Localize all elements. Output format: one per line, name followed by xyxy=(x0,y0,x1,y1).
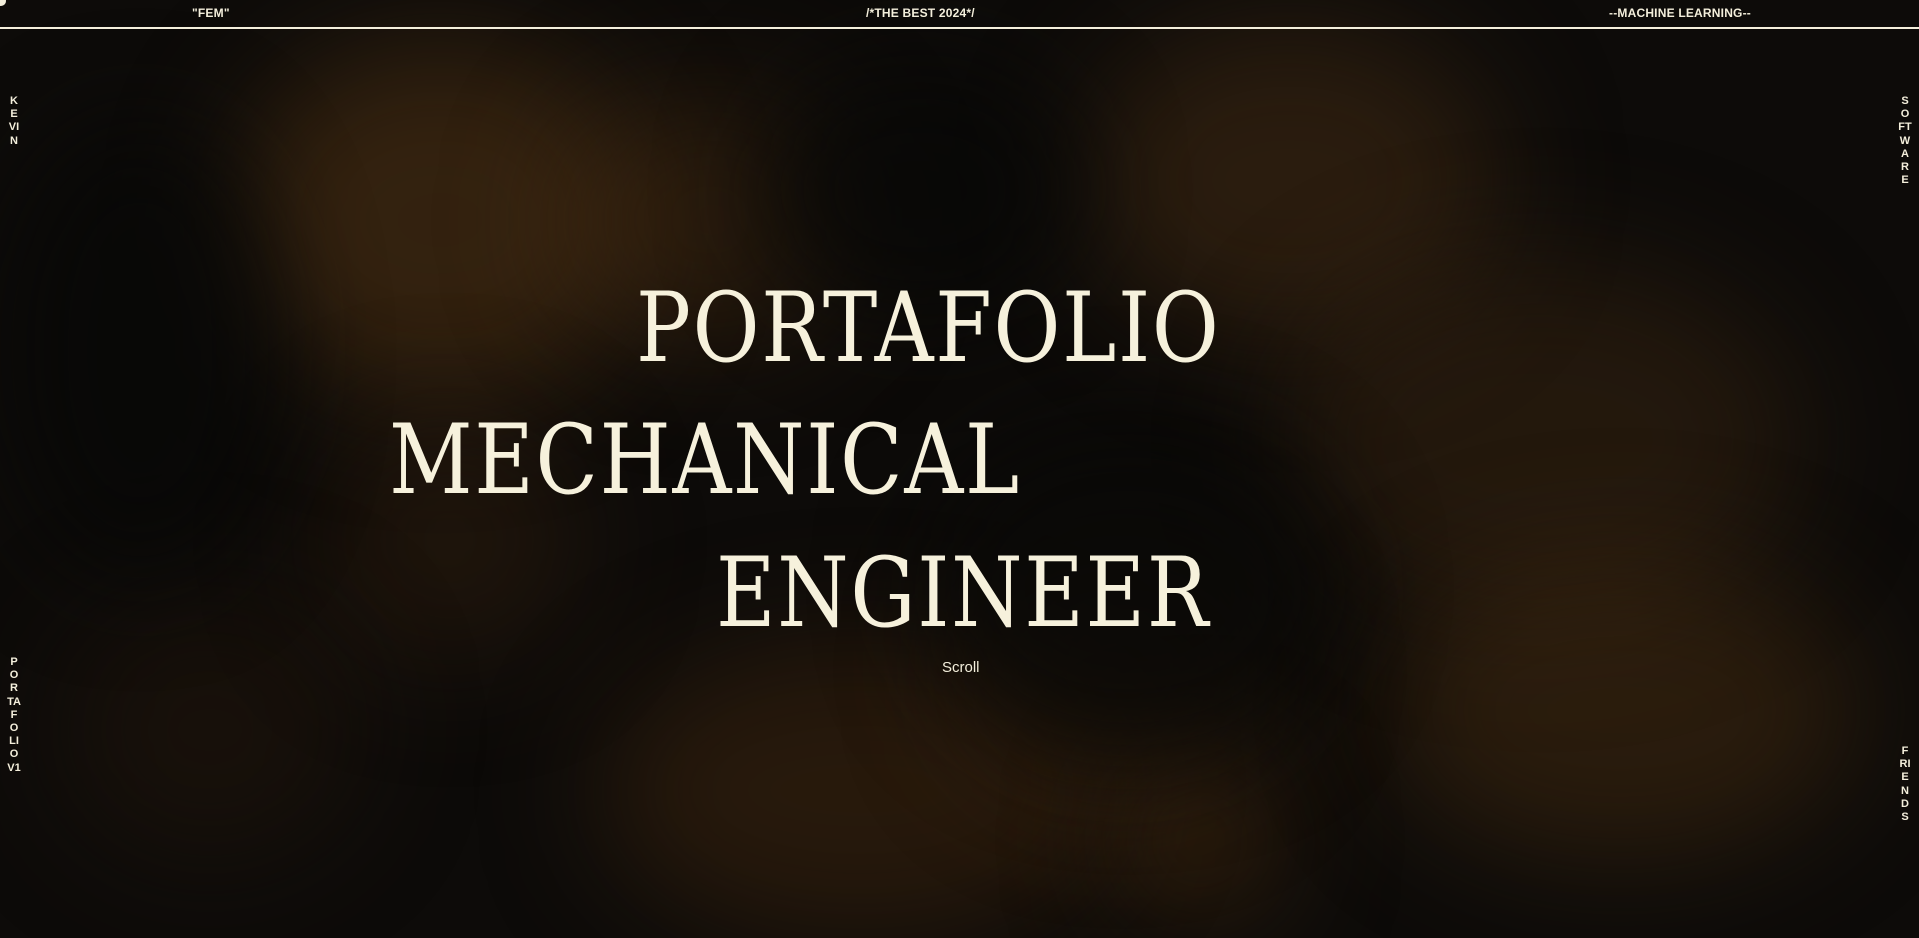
side-label-software: SOFTWARE xyxy=(1898,95,1912,187)
topbar-center-label: /*THE BEST 2024*/ xyxy=(866,6,975,20)
side-label-portafolio-v1: PORTAFOLIO V1 xyxy=(7,656,22,774)
topbar-left-label: "FEM" xyxy=(192,6,230,20)
hero-title-line-2: MECHANICAL xyxy=(389,404,1021,516)
scroll-indicator[interactable]: Scroll xyxy=(942,659,980,676)
hero-title-line-1: PORTAFOLIO xyxy=(636,272,1221,384)
top-bar: "FEM" /*THE BEST 2024*/ --MACHINE LEARNI… xyxy=(0,0,1919,29)
hero-title-line-3: ENGINEER xyxy=(716,537,1210,649)
side-label-friends: FRIENDS xyxy=(1899,745,1911,824)
side-label-kevin: KEVIN xyxy=(8,95,20,147)
cursor-dot-icon xyxy=(0,0,6,6)
topbar-right-label: --MACHINE LEARNING-- xyxy=(1609,6,1751,20)
